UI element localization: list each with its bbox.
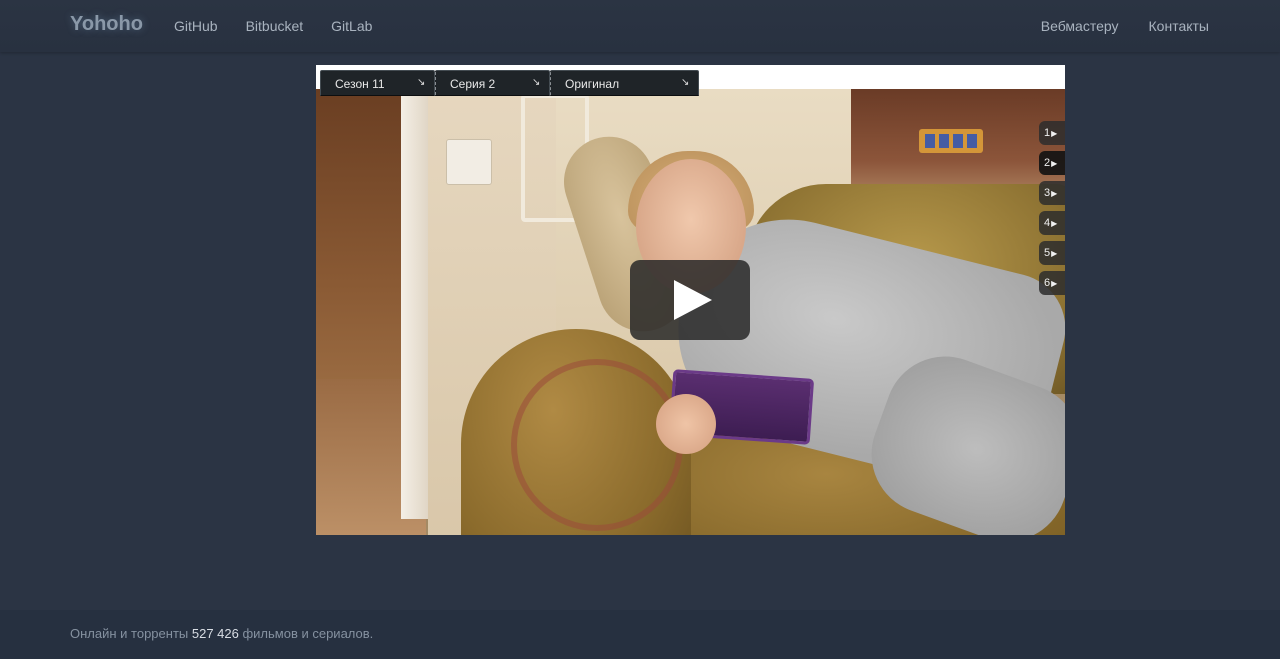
- nav-link-contacts[interactable]: Контакты: [1134, 18, 1224, 34]
- nav-left: GitHub Bitbucket GitLab: [160, 0, 386, 52]
- episode-list: 1▶ 2▶ 3▶ 4▶ 5▶ 6▶: [1039, 121, 1065, 295]
- play-arrow-icon: ▶: [1051, 249, 1058, 258]
- scene-hand: [656, 394, 716, 454]
- scene-door-frame: [401, 89, 431, 519]
- episode-select-label: Серия 2: [450, 77, 496, 91]
- play-arrow-icon: ▶: [1051, 129, 1058, 138]
- season-select[interactable]: Сезон 11 ↘: [320, 70, 435, 96]
- play-arrow-icon: ▶: [1051, 159, 1058, 168]
- channel-logo: [919, 129, 983, 153]
- scene-sofa-arm-trim: [511, 359, 683, 531]
- chevron-down-icon: ↘: [532, 77, 541, 88]
- episode-button-5[interactable]: 5▶: [1039, 241, 1065, 265]
- play-arrow-icon: ▶: [1051, 189, 1058, 198]
- episode-button-6[interactable]: 6▶: [1039, 271, 1065, 295]
- episode-number: 6: [1044, 277, 1051, 289]
- footer-suffix: фильмов и сериалов.: [238, 626, 374, 641]
- episode-number: 5: [1044, 247, 1051, 259]
- episode-number: 2: [1044, 157, 1051, 169]
- episode-number: 4: [1044, 217, 1051, 229]
- nav-link-webmaster[interactable]: Вебмастеру: [1026, 18, 1134, 34]
- episode-button-4[interactable]: 4▶: [1039, 211, 1065, 235]
- footer-text: Онлайн и торренты 527 426 фильмов и сери…: [70, 626, 373, 641]
- footer: Онлайн и торренты 527 426 фильмов и сери…: [0, 610, 1280, 659]
- chevron-down-icon: ↘: [681, 77, 690, 88]
- play-arrow-icon: ▶: [1051, 219, 1058, 228]
- play-arrow-icon: ▶: [1051, 279, 1058, 288]
- episode-number: 3: [1044, 187, 1051, 199]
- brand-logo[interactable]: Yohoho: [70, 13, 143, 36]
- player-select-bar: Сезон 11 ↘ Серия 2 ↘ Оригинал ↘: [320, 70, 699, 96]
- season-select-label: Сезон 11: [335, 77, 385, 91]
- translation-select-label: Оригинал: [565, 77, 620, 91]
- chevron-down-icon: ↘: [417, 77, 426, 88]
- nav-link-bitbucket[interactable]: Bitbucket: [232, 18, 318, 34]
- play-icon: [674, 280, 712, 320]
- footer-prefix: Онлайн и торренты: [70, 626, 192, 641]
- footer-count: 527 426: [191, 626, 239, 641]
- play-button[interactable]: [630, 260, 750, 340]
- nav-link-gitlab[interactable]: GitLab: [317, 18, 386, 34]
- episode-button-1[interactable]: 1▶: [1039, 121, 1065, 145]
- nav-link-github[interactable]: GitHub: [160, 18, 232, 34]
- top-navbar: Yohoho GitHub Bitbucket GitLab Вебмастер…: [0, 0, 1280, 52]
- episode-number: 1: [1044, 127, 1051, 139]
- translation-select[interactable]: Оригинал ↘: [550, 70, 699, 96]
- nav-right: Вебмастеру Контакты: [1026, 0, 1224, 52]
- scene-light-switch: [446, 139, 492, 185]
- episode-button-3[interactable]: 3▶: [1039, 181, 1065, 205]
- episode-select[interactable]: Серия 2 ↘: [435, 70, 550, 96]
- episode-button-2[interactable]: 2▶: [1039, 151, 1065, 175]
- video-player[interactable]: Сезон 11 ↘ Серия 2 ↘ Оригинал ↘ 1▶ 2▶ 3▶…: [316, 65, 1065, 535]
